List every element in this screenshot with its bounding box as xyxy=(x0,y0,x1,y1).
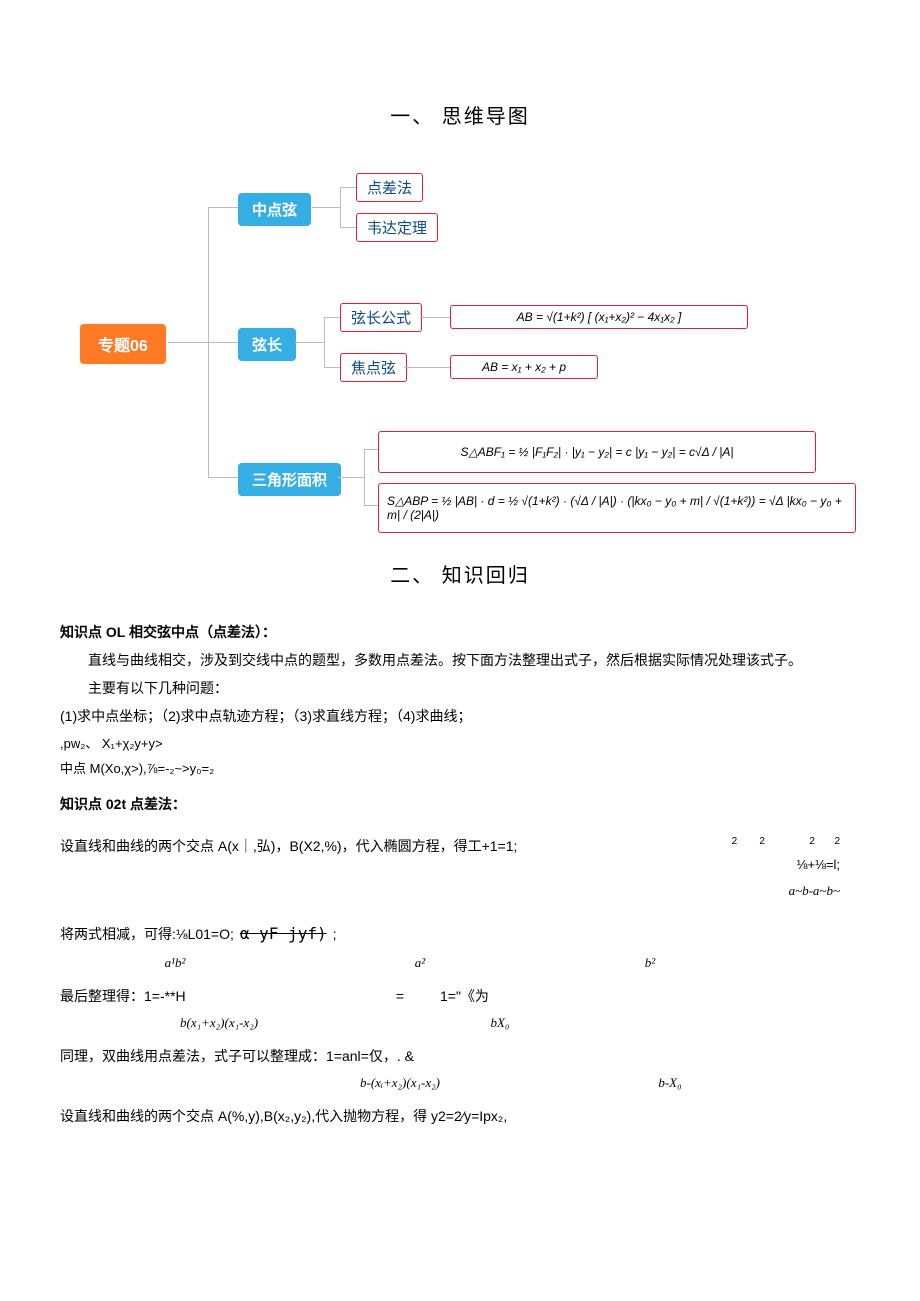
formula-focal-ab: AB = x₁ + x₂ + p xyxy=(450,355,598,379)
body: 知识点 OL 相交弦中点（点差法）： 直线与曲线相交，涉及到交线中点的题型，多数… xyxy=(60,618,860,1130)
leaf-chordformula: 弦长公式 xyxy=(340,303,422,332)
k02-l3d2: bX₀ xyxy=(400,1010,600,1036)
k02-l4d2: b-X₀ xyxy=(580,1070,760,1096)
k02-heading: 知识点 02t 点差法： xyxy=(60,790,860,818)
formula-chord-ab: AB = √(1+k²) [ (x₁+x₂)² − 4x₁x₂ ] xyxy=(450,305,748,329)
k02-l3c: 1="《为 xyxy=(440,982,590,1010)
k01-f2: 中点 M(Xo,χ>),⅞=-₂~>y₀=₂ xyxy=(60,759,860,780)
k01-f1: ,pw₂、 X₁+χ₂y+y> xyxy=(60,734,860,755)
k01-p3: (1)求中点坐标；（2)求中点轨迹方程；（3)求直线方程；（4)求曲线； xyxy=(60,702,860,730)
formula-area-1: S△ABF₁ = ½ |F₁F₂| · |y₁ − y₂| = c |y₁ − … xyxy=(378,431,816,473)
k02-l3b: = xyxy=(360,982,440,1010)
k01-p2: 主要有以下几种问题： xyxy=(60,674,860,702)
section-title-1: 一、 思维导图 xyxy=(60,100,860,129)
leaf-focalchord: 焦点弦 xyxy=(340,353,407,382)
formula-area-2: S△ABP = ½ |AB| · d = ½ √(1+k²) · (√Δ / |… xyxy=(378,483,856,533)
k02-l2c2: a² xyxy=(290,950,550,976)
k02-l1b-top: 2 2 2 2 xyxy=(540,832,840,852)
k02-l4a: 同理，双曲线用点差法，式子可以整理成：1=anl=仅，. & xyxy=(60,1042,860,1070)
k01-heading: 知识点 OL 相交弦中点（点差法）： xyxy=(60,618,860,646)
branch-midchord: 中点弦 xyxy=(238,193,311,226)
section-title-2: 二、 知识回归 xyxy=(60,559,860,588)
mindmap-root: 专题06 xyxy=(80,324,166,364)
k02-l4d1: b-(xᵢ+x₂)(x₁-x₂) xyxy=(360,1070,580,1096)
k02-l5: 设直线和曲线的两个交点 A(%,y),B(x₂,y₂),代入抛物方程，得 y2=… xyxy=(60,1102,860,1130)
mindmap: 专题06 中点弦 点差法 韦达定理 弦长 弦长公式 焦点弦 AB = √(1+k… xyxy=(60,159,860,539)
k02-l2c1: a¹b² xyxy=(60,950,290,976)
branch-chord: 弦长 xyxy=(238,328,296,361)
k01-p1: 直线与曲线相交，涉及到交线中点的题型，多数用点差法。按下面方法整理出式子，然后根… xyxy=(60,646,860,674)
k02-l2strike: α yF jyf) xyxy=(240,918,327,950)
k02-l2b: ; xyxy=(333,920,337,948)
k02-l2a: 将两式相减，可得:⅛L01=O; xyxy=(60,920,234,948)
k02-l3a: 最后整理得：1=-**H xyxy=(60,982,360,1010)
k02-l2c3: b² xyxy=(550,950,750,976)
page: 一、 思维导图 专题06 中点弦 点差法 韦达定理 弦长 弦长公式 焦点弦 AB… xyxy=(0,0,920,1210)
k02-l1a: 设直线和曲线的两个交点 A(x｜,弘)，B(X2,%)，代入椭圆方程，得工+1=… xyxy=(60,832,540,860)
leaf-diancha: 点差法 xyxy=(356,173,423,202)
k02-l3d1: b(x₁+x₂)(x₁-x₂) xyxy=(180,1010,400,1036)
k02-l1b-bot: ⅛+⅛=l; xyxy=(540,852,840,878)
k02-l1c: a~b-a~b~ xyxy=(540,878,840,904)
branch-area: 三角形面积 xyxy=(238,463,341,496)
leaf-weida: 韦达定理 xyxy=(356,213,438,242)
